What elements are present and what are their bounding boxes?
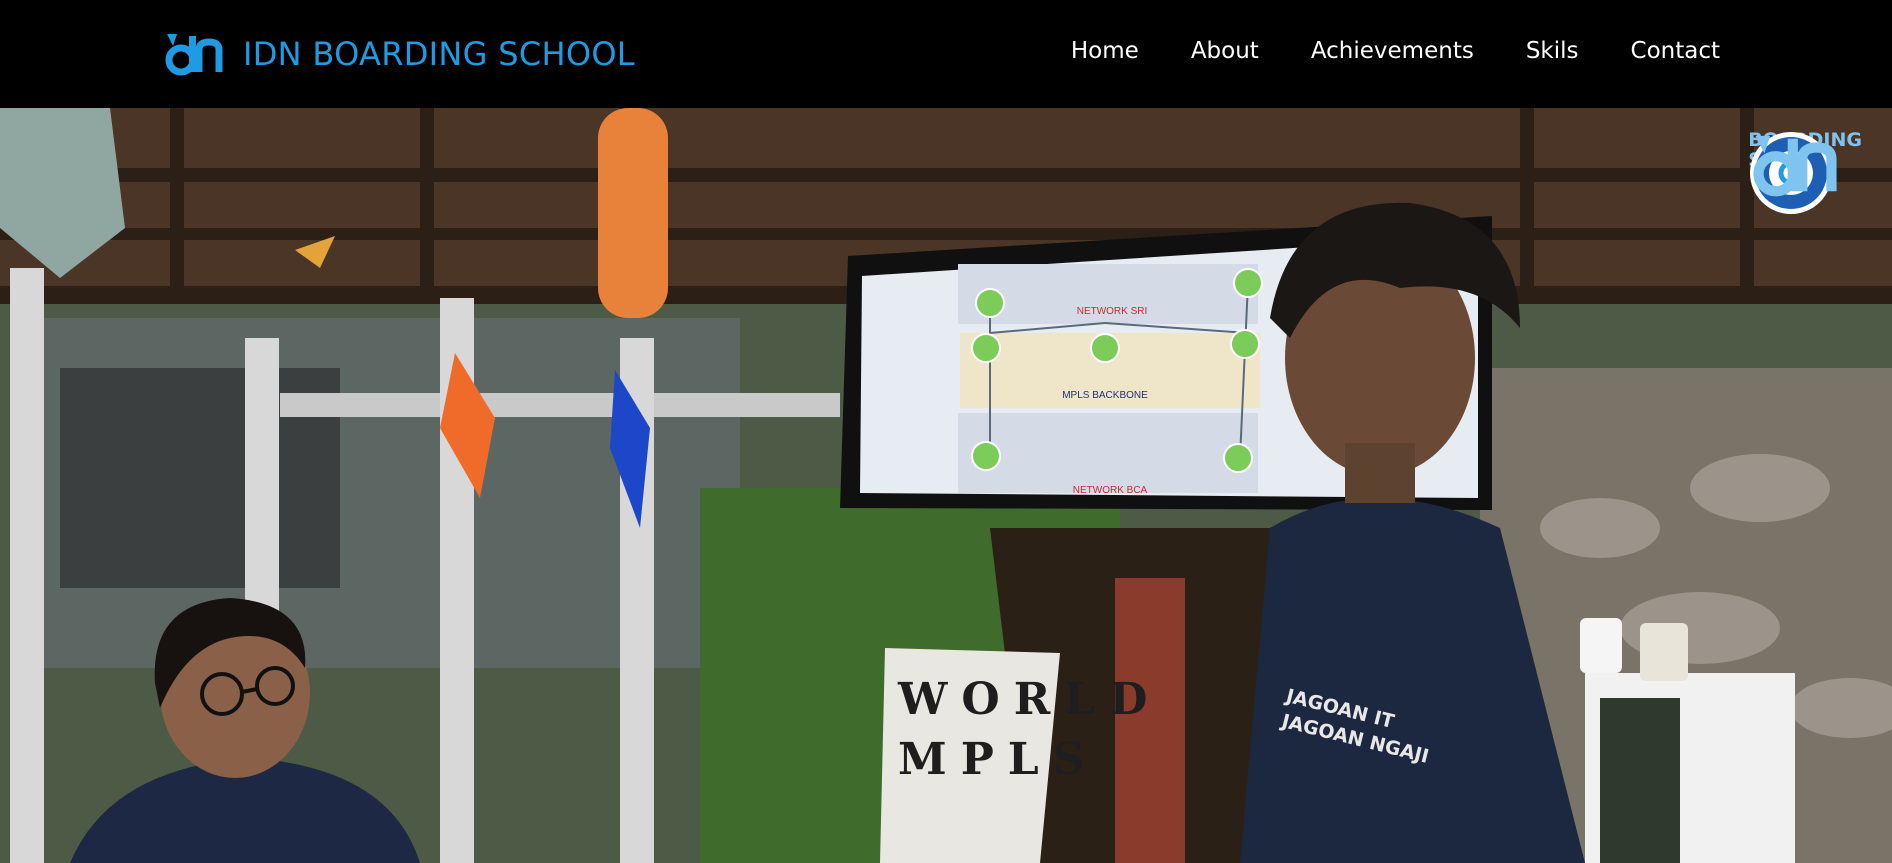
navbar: IDN BOARDING SCHOOL Home About Achieveme… — [0, 0, 1892, 108]
brand[interactable]: IDN BOARDING SCHOOL — [163, 30, 635, 78]
brand-name: IDN BOARDING SCHOOL — [243, 35, 635, 73]
nav-about[interactable]: About — [1191, 38, 1259, 64]
screen-label-top: NETWORK SRI — [1077, 306, 1148, 317]
screen-label-middle: MPLS BACKBONE — [1062, 390, 1148, 401]
school-watermark: BOARDING SCHOOL — [1748, 130, 1862, 214]
screen-label-bottom: NETWORK BCA — [1073, 485, 1148, 496]
sign-line-2: MPLS — [898, 734, 1099, 785]
nav-skills[interactable]: Skils — [1526, 38, 1579, 64]
nav-achievements[interactable]: Achievements — [1311, 38, 1474, 64]
idn-watermark-icon — [1753, 135, 1837, 197]
nav-home[interactable]: Home — [1071, 38, 1139, 64]
lantern — [598, 108, 668, 318]
idn-logo-icon — [165, 34, 223, 76]
sign-line-1: WORLD — [898, 674, 1162, 725]
nav-contact[interactable]: Contact — [1631, 38, 1720, 64]
hero-video: NETWORK SRI MPLS BACKBONE NETWORK BCA WO… — [0, 108, 1892, 863]
main-nav: Home About Achievements Skils Contact — [1071, 38, 1720, 64]
